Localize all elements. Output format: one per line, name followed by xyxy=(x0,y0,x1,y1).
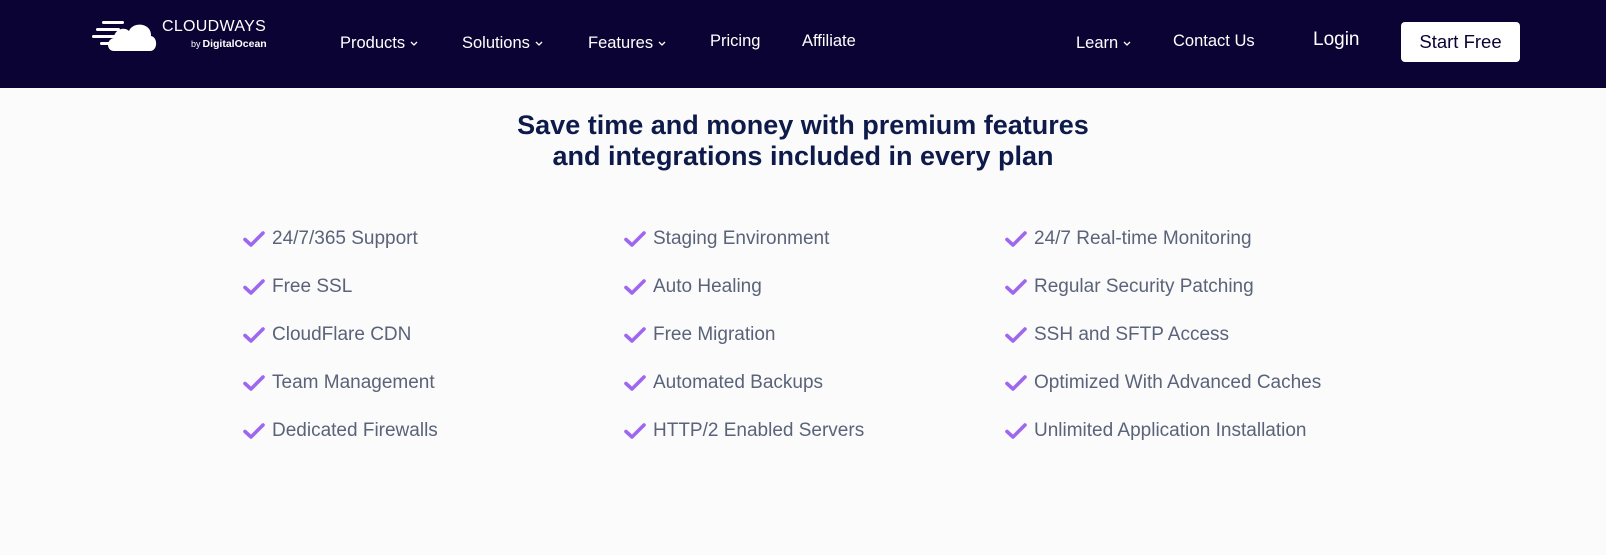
feature-label: 24/7/365 Support xyxy=(272,228,418,249)
chevron-down-icon xyxy=(1123,31,1131,51)
nav-affiliate-label: Affiliate xyxy=(802,32,856,50)
nav-learn-label: Learn xyxy=(1076,34,1119,52)
feature-item: SSH and SFTP Access xyxy=(1005,324,1229,346)
check-icon xyxy=(1005,327,1027,343)
feature-label: Auto Healing xyxy=(653,276,762,297)
feature-item: Regular Security Patching xyxy=(1005,276,1254,298)
chevron-down-icon xyxy=(535,31,543,51)
check-icon xyxy=(624,279,646,295)
feature-label: 24/7 Real-time Monitoring xyxy=(1034,228,1252,249)
check-icon xyxy=(1005,279,1027,295)
nav-pricing[interactable]: Pricing xyxy=(710,31,760,51)
feature-label: Staging Environment xyxy=(653,228,830,249)
nav-learn[interactable]: Learn xyxy=(1076,31,1131,53)
feature-item: Free SSL xyxy=(243,276,352,298)
nav-contact-us[interactable]: Contact Us xyxy=(1173,31,1255,51)
feature-item: Optimized With Advanced Caches xyxy=(1005,372,1321,394)
chevron-down-icon xyxy=(410,31,418,51)
logo-byline: by DigitalOcean xyxy=(191,38,267,50)
check-icon xyxy=(243,375,265,391)
headline-line-2: and integrations included in every plan xyxy=(552,141,1054,171)
cloudways-logo[interactable]: CLOUDWAYS by DigitalOcean xyxy=(92,16,277,56)
check-icon xyxy=(624,423,646,439)
top-navbar: CLOUDWAYS by DigitalOcean Products Soluti… xyxy=(0,0,1606,88)
nav-features-label: Features xyxy=(588,34,654,52)
nav-solutions[interactable]: Solutions xyxy=(462,31,543,53)
nav-solutions-label: Solutions xyxy=(462,34,530,52)
feature-label: HTTP/2 Enabled Servers xyxy=(653,420,865,441)
feature-label: Unlimited Application Installation xyxy=(1034,420,1307,441)
check-icon xyxy=(1005,231,1027,247)
nav-products-label: Products xyxy=(340,34,406,52)
feature-item: Free Migration xyxy=(624,324,776,346)
feature-item: Staging Environment xyxy=(624,228,829,250)
nav-features[interactable]: Features xyxy=(588,31,666,53)
feature-item: 24/7 Real-time Monitoring xyxy=(1005,228,1252,250)
feature-item: Auto Healing xyxy=(624,276,762,298)
cloud-speed-icon xyxy=(92,21,157,51)
feature-label: Team Management xyxy=(272,372,435,393)
nav-pricing-label: Pricing xyxy=(710,32,761,50)
check-icon xyxy=(243,423,265,439)
feature-item: 24/7/365 Support xyxy=(243,228,418,250)
feature-label: Free Migration xyxy=(653,324,776,345)
check-icon xyxy=(1005,423,1027,439)
check-icon xyxy=(243,279,265,295)
nav-products[interactable]: Products xyxy=(340,31,418,53)
feature-item: Automated Backups xyxy=(624,372,823,394)
feature-item: Dedicated Firewalls xyxy=(243,420,438,442)
feature-item: HTTP/2 Enabled Servers xyxy=(624,420,864,442)
check-icon xyxy=(624,375,646,391)
feature-item: Team Management xyxy=(243,372,435,394)
feature-label: Automated Backups xyxy=(653,372,824,393)
nav-contact-us-label: Contact Us xyxy=(1173,32,1255,50)
logo-wordmark: CLOUDWAYS xyxy=(162,18,267,35)
login-link[interactable]: Login xyxy=(1313,30,1360,50)
feature-label: CloudFlare CDN xyxy=(272,324,412,345)
chevron-down-icon xyxy=(658,31,666,51)
check-icon xyxy=(1005,375,1027,391)
feature-item: CloudFlare CDN xyxy=(243,324,411,346)
feature-item: Unlimited Application Installation xyxy=(1005,420,1307,442)
feature-label: Optimized With Advanced Caches xyxy=(1034,372,1322,393)
check-icon xyxy=(624,327,646,343)
page-headline: Save time and money with premium feature… xyxy=(0,110,1606,172)
check-icon xyxy=(243,327,265,343)
check-icon xyxy=(624,231,646,247)
start-free-button[interactable]: Start Free xyxy=(1401,22,1520,62)
feature-label: SSH and SFTP Access xyxy=(1034,324,1230,345)
nav-affiliate[interactable]: Affiliate xyxy=(802,31,856,51)
feature-label: Dedicated Firewalls xyxy=(272,420,438,441)
headline-line-1: Save time and money with premium feature… xyxy=(517,110,1089,140)
feature-label: Free SSL xyxy=(272,276,353,297)
check-icon xyxy=(243,231,265,247)
feature-label: Regular Security Patching xyxy=(1034,276,1254,297)
